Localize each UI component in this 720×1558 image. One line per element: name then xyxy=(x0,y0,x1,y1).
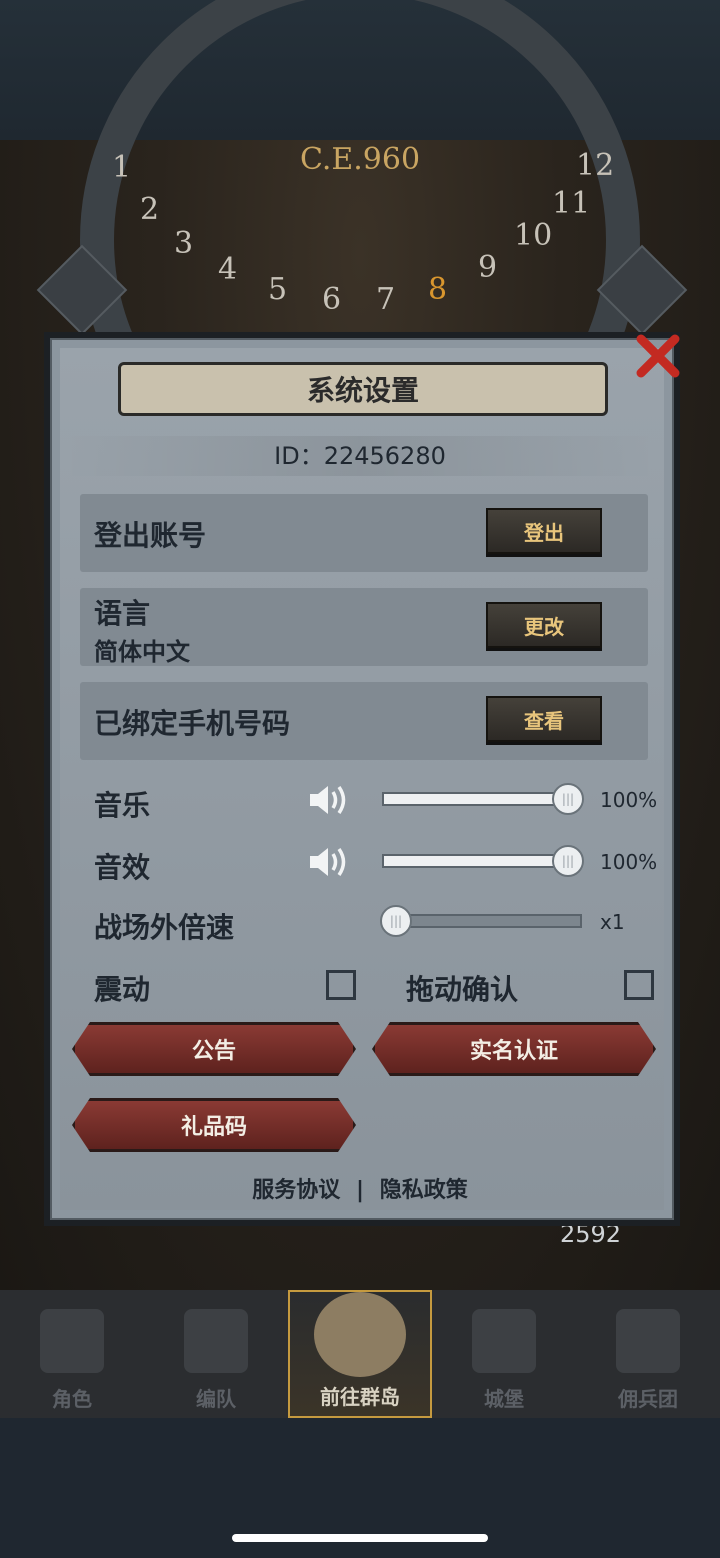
sfx-label: 音效 xyxy=(94,851,151,884)
language-row: 语言 简体中文 更改 xyxy=(80,588,648,666)
tab-label: 前往群岛 xyxy=(320,1385,400,1409)
announcement-button[interactable]: 公告 xyxy=(72,1022,356,1076)
close-icon[interactable] xyxy=(632,330,684,382)
music-label: 音乐 xyxy=(94,789,151,822)
dial-number: 11 xyxy=(552,186,591,221)
privacy-policy-link[interactable]: 隐私政策 xyxy=(380,1172,468,1204)
compass-map-icon xyxy=(314,1292,406,1377)
speaker-icon[interactable] xyxy=(308,782,352,818)
home-indicator[interactable] xyxy=(232,1534,488,1542)
sfx-value: 100% xyxy=(600,850,658,874)
bottom-tab-bar: 角色 编队 前往群岛 城堡 佣兵团 xyxy=(0,1290,720,1418)
knight-icon xyxy=(40,1309,104,1373)
dial-number: 4 xyxy=(218,252,238,287)
vibration-checkbox[interactable] xyxy=(326,970,356,1000)
sfx-slider-fill xyxy=(384,856,580,866)
speaker-icon[interactable] xyxy=(308,844,352,880)
tab-formation[interactable]: 编队 xyxy=(144,1290,288,1418)
banner-icon xyxy=(616,1309,680,1373)
language-label: 语言 xyxy=(94,597,151,630)
close-x-icon xyxy=(636,334,680,378)
real-name-button[interactable]: 实名认证 xyxy=(372,1022,656,1076)
player-id: ID：22456280 xyxy=(60,436,660,476)
dial-number-highlight: 8 xyxy=(428,272,448,307)
footer-links: 服务协议 | 隐私政策 xyxy=(60,1172,660,1204)
service-agreement-link[interactable]: 服务协议 xyxy=(252,1172,340,1204)
helmet-icon xyxy=(184,1309,248,1373)
language-value: 简体中文 xyxy=(94,638,190,666)
logout-row: 登出账号 登出 xyxy=(80,494,648,572)
drag-confirm-label: 拖动确认 xyxy=(406,973,519,1006)
drag-confirm-checkbox[interactable] xyxy=(624,970,654,1000)
tab-label: 编队 xyxy=(196,1387,236,1411)
speed-value: x1 xyxy=(600,910,625,934)
speed-slider-knob[interactable]: ||| xyxy=(380,905,412,937)
speed-label: 战场外倍速 xyxy=(94,911,235,944)
view-phone-button[interactable]: 查看 xyxy=(486,696,602,742)
music-slider-knob[interactable]: ||| xyxy=(552,783,584,815)
dial-number: 10 xyxy=(514,218,553,253)
tab-mercenary[interactable]: 佣兵团 xyxy=(576,1290,720,1418)
dial-number: 1 xyxy=(112,150,132,185)
phone-label: 已绑定手机号码 xyxy=(94,707,291,740)
dial-number: 2 xyxy=(140,192,160,227)
vibration-label: 震动 xyxy=(94,973,151,1006)
sfx-slider[interactable]: ||| xyxy=(382,845,584,877)
tab-castle[interactable]: 城堡 xyxy=(432,1290,576,1418)
tab-label: 角色 xyxy=(52,1387,92,1411)
castle-icon xyxy=(472,1309,536,1373)
settings-panel-body xyxy=(60,348,664,1210)
logout-button[interactable]: 登出 xyxy=(486,508,602,554)
panel-title: 系统设置 xyxy=(118,362,608,416)
phone-row: 已绑定手机号码 查看 xyxy=(80,682,648,760)
link-separator: | xyxy=(355,1178,365,1203)
dial-number: 12 xyxy=(576,148,615,183)
music-slider-fill xyxy=(384,794,580,804)
era-label: C.E.960 xyxy=(299,142,421,177)
tab-label: 佣兵团 xyxy=(618,1387,678,1411)
dial-number: 5 xyxy=(268,272,288,307)
tab-character[interactable]: 角色 xyxy=(0,1290,144,1418)
sfx-slider-knob[interactable]: ||| xyxy=(552,845,584,877)
dial-number: 3 xyxy=(174,226,194,261)
dial-number: 7 xyxy=(376,282,396,317)
change-language-button[interactable]: 更改 xyxy=(486,602,602,648)
music-slider[interactable]: ||| xyxy=(382,783,584,815)
speed-slider[interactable]: ||| xyxy=(380,905,582,937)
music-value: 100% xyxy=(600,788,658,812)
gift-code-button[interactable]: 礼品码 xyxy=(72,1098,356,1152)
logout-label: 登出账号 xyxy=(94,519,207,552)
tab-label: 城堡 xyxy=(484,1387,524,1411)
dial-number: 6 xyxy=(322,282,342,317)
dial-number: 9 xyxy=(478,250,498,285)
tab-islands[interactable]: 前往群岛 xyxy=(288,1290,432,1418)
